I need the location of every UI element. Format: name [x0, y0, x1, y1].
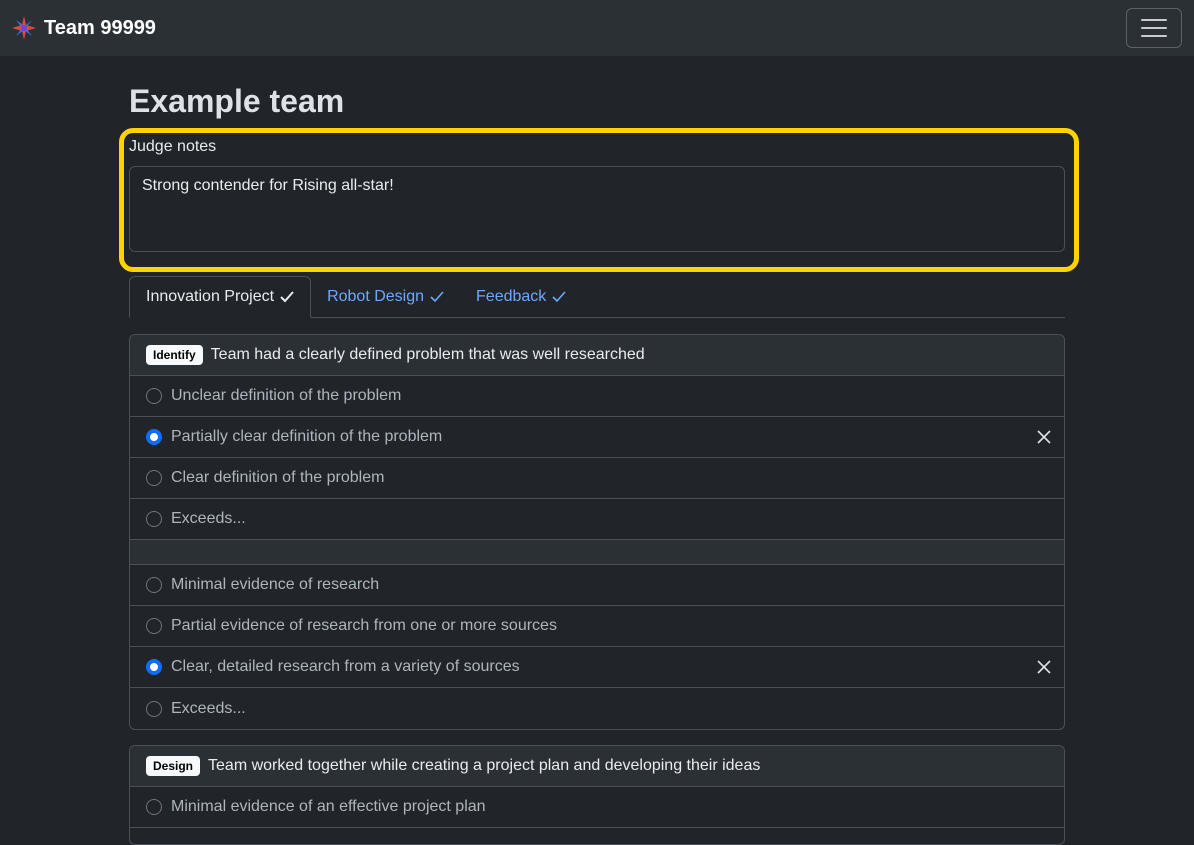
card-header: Design Team worked together while creati…: [130, 746, 1064, 787]
menu-toggle-button[interactable]: [1126, 8, 1182, 48]
criterion-title: Team had a clearly defined problem that …: [210, 346, 645, 363]
group-divider: [130, 540, 1064, 565]
radio-button[interactable]: [146, 577, 162, 593]
clear-icon[interactable]: [1036, 659, 1052, 675]
radio-button[interactable]: [146, 511, 162, 527]
tab-innovation-project[interactable]: Innovation Project: [129, 276, 312, 318]
rubric-tabs: Innovation Project Robot Design Feedback: [129, 276, 1065, 318]
category-badge: Design: [146, 756, 201, 776]
list-item[interactable]: Partially clear definition of the proble…: [130, 417, 1064, 458]
tab-robot-design[interactable]: Robot Design: [311, 276, 460, 318]
check-icon: [552, 291, 566, 303]
list-item[interactable]: Minimal evidence of an effective project…: [130, 787, 1064, 828]
list-item[interactable]: Unclear definition of the problem: [130, 376, 1064, 417]
card-header: Identify Team had a clearly defined prob…: [130, 335, 1064, 376]
hamburger-icon: [1141, 19, 1167, 21]
star-logo-icon: [12, 16, 36, 40]
tab-feedback[interactable]: Feedback: [460, 276, 582, 318]
category-badge: Identify: [146, 345, 203, 365]
page-title: Example team: [129, 83, 345, 119]
brand[interactable]: Team 99999: [12, 16, 156, 40]
list-item[interactable]: Partial evidence of research from one or…: [130, 606, 1064, 647]
radio-button[interactable]: [146, 799, 162, 815]
list-item[interactable]: Clear, detailed research from a variety …: [130, 647, 1064, 688]
navbar: Team 99999: [0, 0, 1194, 56]
radio-button[interactable]: [146, 429, 162, 445]
radio-button[interactable]: [146, 388, 162, 404]
list-item[interactable]: Exceeds...: [130, 499, 1064, 540]
radio-button[interactable]: [146, 618, 162, 634]
check-icon: [430, 291, 444, 303]
radio-button[interactable]: [146, 700, 162, 717]
rubric-card-identify: Identify Team had a clearly defined prob…: [129, 334, 1065, 730]
judge-notes-textarea[interactable]: Strong contender for Rising all-star!: [129, 166, 1065, 252]
list-item[interactable]: Exceeds...: [130, 688, 1064, 729]
check-icon: [280, 291, 294, 303]
clear-icon[interactable]: [1036, 429, 1052, 445]
judge-notes-label: Judge notes: [129, 138, 217, 155]
radio-button[interactable]: [146, 659, 162, 675]
radio-button[interactable]: [146, 470, 162, 486]
brand-name: Team 99999: [44, 16, 156, 39]
criterion-title: Team worked together while creating a pr…: [208, 757, 761, 774]
list-item[interactable]: Clear definition of the problem: [130, 458, 1064, 499]
main-content: Example team Judge notes Strong contende…: [119, 56, 1079, 845]
rubric-card-design: Design Team worked together while creati…: [129, 745, 1065, 845]
list-item[interactable]: Minimal evidence of research: [130, 565, 1064, 606]
